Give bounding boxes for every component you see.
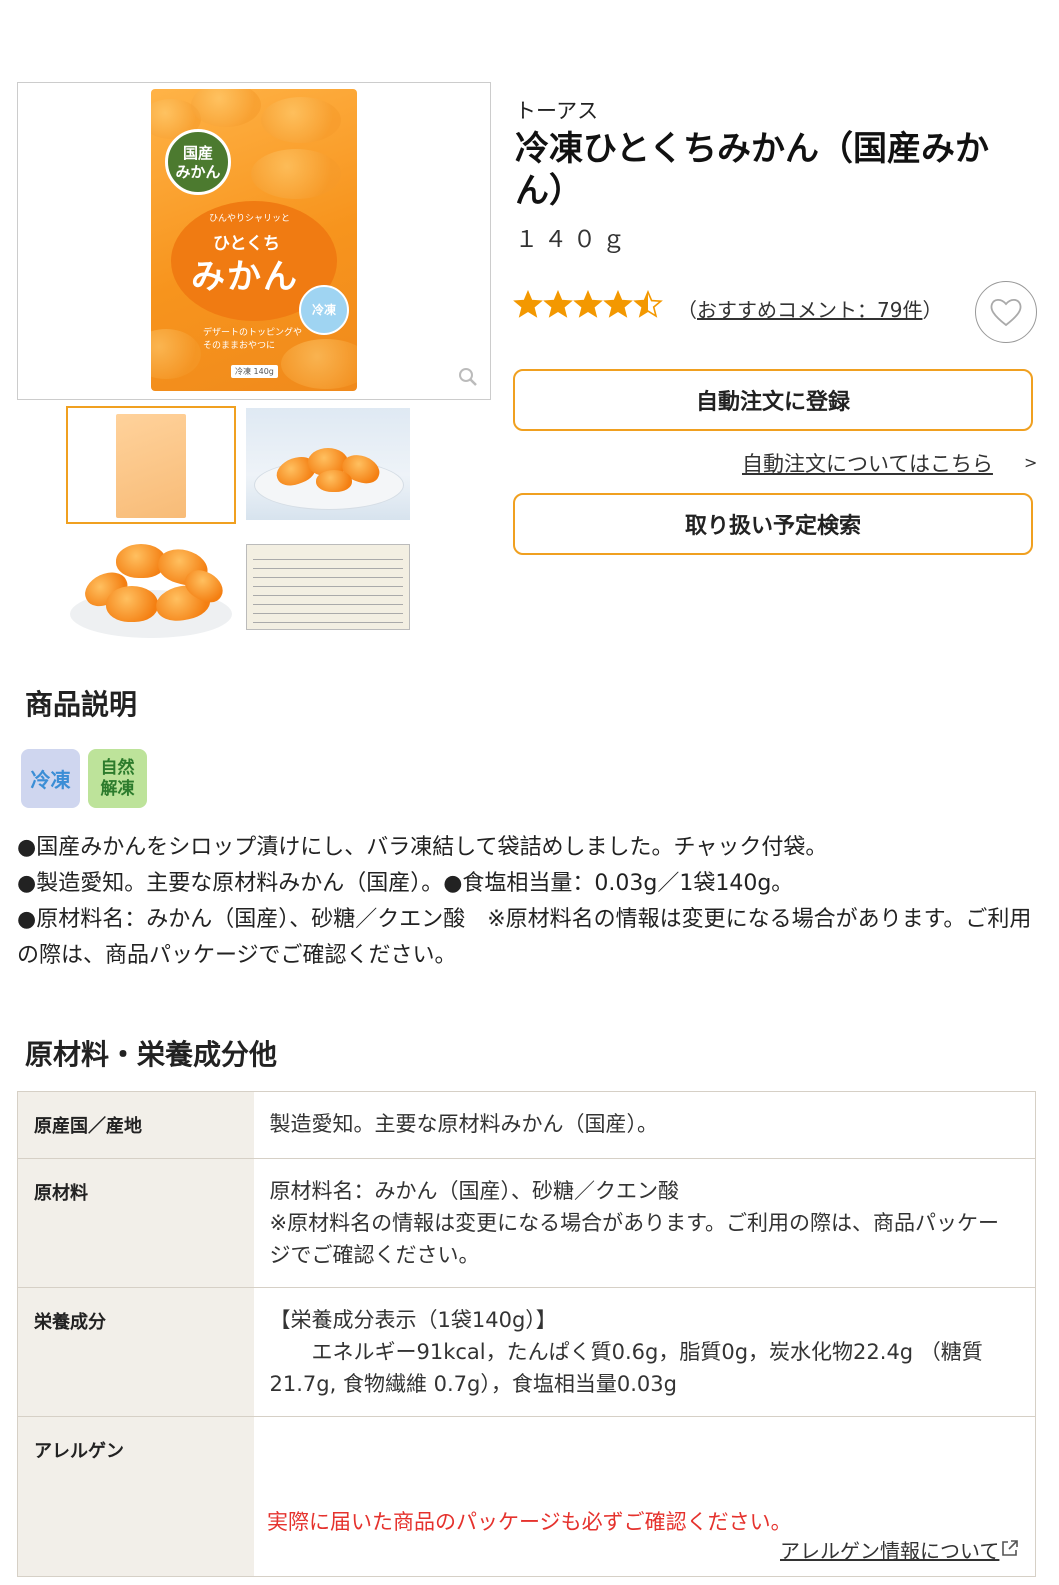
handling-search-button[interactable]: 取り扱い予定検索 (513, 493, 1033, 555)
star-icon (513, 290, 543, 318)
row-value: 製造愛知。主要な原材料みかん（国産）。 (253, 1091, 1036, 1159)
package-frozen-badge: 冷凍 (299, 285, 349, 335)
table-row: 栄養成分 【栄養成分表示（1袋140g）】 エネルギー91kcal，たんぱく質0… (17, 1287, 1036, 1417)
auto-order-info-link[interactable]: 自動注文についてはこちら (742, 448, 993, 478)
row-value: 原材料名：みかん（国産）、砂糖／クエン酸 ※原材料名の情報は変更になる場合があり… (253, 1158, 1036, 1288)
description-heading: 商品説明 (25, 688, 138, 721)
thumbnail-fruit[interactable] (66, 530, 236, 642)
review-link[interactable]: （おすすめコメント：79件） (677, 294, 942, 323)
nutrition-heading: 原材料・栄養成分他 (25, 1038, 278, 1071)
chevron-right-icon[interactable]: > (1024, 453, 1037, 472)
thumbnail-label-table[interactable] (246, 544, 410, 630)
product-title: 冷凍ひとくちみかん（国産みかん） (515, 129, 989, 211)
zoom-icon[interactable] (458, 367, 478, 387)
row-label: アレルゲン (17, 1416, 254, 1577)
row-value: 【栄養成分表示（1袋140g）】 エネルギー91kcal，たんぱく質0.6g，脂… (253, 1287, 1036, 1417)
row-label: 原産国／産地 (17, 1091, 254, 1159)
star-icon (543, 290, 573, 318)
product-amount: １４０ｇ (515, 227, 631, 253)
row-label: 原材料 (17, 1158, 254, 1288)
external-link-icon[interactable] (1000, 1538, 1020, 1558)
allergy-info-link[interactable]: アレルゲン情報について (780, 1535, 999, 1564)
package-subtext: デザートのトッピングや そのままおやつに (203, 328, 303, 351)
package-title-b: みかん (191, 257, 299, 297)
star-icon (633, 290, 663, 318)
star-icon (573, 290, 603, 318)
package-tagline: ひんやりシャリッと (209, 214, 291, 224)
star-icon (603, 290, 633, 318)
table-row: 原材料 原材料名：みかん（国産）、砂糖／クエン酸 ※原材料名の情報は変更になる場… (17, 1158, 1036, 1288)
auto-order-button[interactable]: 自動注文に登録 (513, 369, 1033, 431)
frozen-icon: 冷凍 (21, 749, 80, 808)
brand-name: トーアス (515, 99, 599, 123)
package-origin-badge: 国産 みかん (165, 129, 231, 195)
favorite-button[interactable] (975, 281, 1037, 343)
nutrition-table: 原産国／産地 製造愛知。主要な原材料みかん（国産）。 原材料 原材料名：みかん（… (17, 1091, 1036, 1577)
natural-thaw-icon: 自然 解凍 (88, 749, 147, 808)
thumbnail-dessert[interactable] (246, 408, 410, 520)
heart-icon (990, 298, 1022, 327)
rating-stars (513, 290, 663, 322)
product-main-image[interactable]: 国産 みかん ひんやりシャリッと ひとくち みかん 冷凍 デザートのトッピングや… (17, 82, 491, 400)
table-row: 原産国／産地 製造愛知。主要な原材料みかん（国産）。 (17, 1091, 1036, 1159)
row-label: 栄養成分 (17, 1287, 254, 1417)
thumbnail-package[interactable] (66, 406, 236, 524)
package-illustration: 国産 みかん ひんやりシャリッと ひとくち みかん 冷凍 デザートのトッピングや… (151, 89, 357, 391)
package-warning: 実際に届いた商品のパッケージも必ずご確認ください。 (267, 1510, 792, 1534)
package-weight: 冷凍 140g (231, 365, 278, 378)
description-text: ●国産みかんをシロップ漬けにし、バラ凍結して袋詰めしました。チャック付袋。 ●製… (17, 835, 1032, 968)
